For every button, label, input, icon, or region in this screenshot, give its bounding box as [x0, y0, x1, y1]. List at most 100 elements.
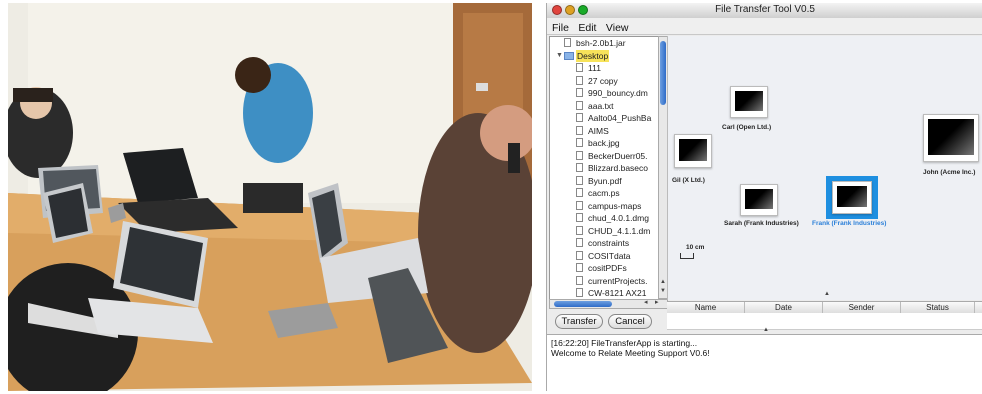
tree-file[interactable]: BeckerDuerr05. [550, 150, 659, 163]
tree-item-label: cositPDFs [588, 263, 627, 273]
tree-file[interactable]: campus-maps [550, 200, 659, 213]
cancel-button[interactable]: Cancel [608, 314, 652, 329]
tree-item-label: Desktop [576, 49, 610, 62]
tree-file[interactable]: back.jpg [550, 137, 659, 150]
monitor-icon [730, 86, 768, 118]
monitor-icon [674, 134, 712, 168]
document-icon [576, 263, 583, 272]
tree-file[interactable]: chud_4.0.1.dmg [550, 212, 659, 225]
tree-file[interactable]: constraints [550, 237, 659, 250]
scroll-up-arrow-icon[interactable]: ▲ [659, 279, 667, 285]
document-icon [576, 75, 583, 85]
device-canvas[interactable]: Carl (Open Ltd.) Gil (X Ltd.) Sarah (Fra… [667, 36, 982, 300]
document-icon [576, 150, 583, 160]
tree-item-label: 27 copy [588, 75, 618, 86]
transfer-table-body[interactable] [667, 313, 982, 330]
tree-item-label: COSITdata [588, 250, 631, 261]
tree-file[interactable]: AIMS [550, 125, 659, 138]
document-icon [576, 113, 583, 122]
tree-item-label: cacm.ps [588, 188, 620, 198]
device-label: Gil (X Ltd.) [672, 177, 705, 184]
file-tree[interactable]: bsh-2.0b1.jar ▼ Desktop 111 27 copy 990_bounc… [549, 36, 660, 301]
document-icon [576, 238, 583, 247]
tree-file[interactable]: COSITdata [550, 250, 659, 263]
file-transfer-window: File Transfer Tool V0.5 File Edit View b… [546, 3, 982, 391]
tree-item-label: chud_4.0.1.dmg [588, 213, 649, 223]
tree-folder[interactable]: ▼ Desktop [550, 49, 659, 63]
scale-bar [680, 253, 694, 259]
tree-item-label: constraints [588, 238, 630, 248]
tree-item-label: BeckerDuerr05. [588, 150, 648, 161]
scroll-right-arrow-icon[interactable]: ▸ [655, 298, 659, 306]
tree-file[interactable]: bsh-2.0b1.jar [550, 37, 659, 50]
tree-item-label: CW-8121 AX21 [588, 288, 647, 298]
tree-item-label: currentProjects. [588, 275, 648, 286]
title-bar: File Transfer Tool V0.5 [547, 3, 982, 19]
tree-file[interactable]: 111 [550, 62, 659, 75]
tree-item-label: back.jpg [588, 138, 620, 148]
device-label: Frank (Frank Industries) [812, 220, 887, 227]
tree-item-label: Blizzard.baseco [588, 163, 649, 173]
scroll-thumb[interactable] [660, 41, 666, 105]
tree-item-label: 990_bouncy.dm [588, 88, 648, 98]
tree-item-label: 111 [588, 63, 601, 73]
column-header-name[interactable]: Name [667, 302, 745, 313]
document-icon [576, 288, 583, 297]
menu-view[interactable]: View [606, 22, 629, 34]
meeting-photo-illustration [8, 3, 532, 391]
collapse-arrow-icon[interactable]: ▲ [763, 327, 769, 333]
tree-file[interactable]: CHUD_4.1.1.dm [550, 225, 659, 238]
window-title: File Transfer Tool V0.5 [715, 4, 815, 15]
tree-file[interactable]: 27 copy [550, 75, 659, 88]
tree-item-label: CHUD_4.1.1.dm [588, 225, 651, 236]
tree-file[interactable]: cacm.ps [550, 187, 659, 200]
document-icon [576, 175, 583, 185]
scroll-left-arrow-icon[interactable]: ◂ [644, 298, 648, 306]
document-icon [576, 250, 583, 260]
scroll-thumb[interactable] [554, 301, 612, 307]
tree-file[interactable]: CW-8121 AX21 [550, 287, 659, 300]
scroll-down-arrow-icon[interactable]: ▼ [659, 288, 667, 294]
menu-edit[interactable]: Edit [578, 22, 596, 34]
document-icon [576, 163, 583, 172]
document-icon [576, 125, 583, 135]
document-icon [576, 275, 583, 285]
monitor-icon [740, 184, 778, 216]
menu-file[interactable]: File [552, 22, 569, 34]
column-header-status[interactable]: Status [901, 302, 975, 313]
tree-file[interactable]: Blizzard.baseco [550, 162, 659, 175]
transfer-button[interactable]: Transfer [555, 314, 603, 329]
log-line: [16:22:20] FileTransferApp is starting..… [551, 338, 698, 348]
monitor-icon [832, 181, 872, 214]
document-icon [576, 138, 583, 147]
column-header-sender[interactable]: Sender [823, 302, 901, 313]
tree-file[interactable]: Aalto04_PushBa [550, 112, 659, 125]
folder-icon [564, 51, 574, 60]
document-icon [576, 213, 583, 222]
tree-item-label: AIMS [588, 125, 609, 136]
document-icon [576, 63, 583, 72]
meeting-photo [8, 3, 532, 391]
collapse-arrow-icon[interactable]: ▲ [824, 291, 830, 297]
tree-item-label: campus-maps [588, 200, 642, 211]
tree-item-label: aaa.txt [588, 100, 614, 111]
tree-file[interactable]: cositPDFs [550, 262, 659, 275]
document-icon [576, 225, 583, 235]
tree-item-label: bsh-2.0b1.jar [576, 38, 626, 48]
disclosure-triangle-icon[interactable]: ▼ [556, 50, 563, 62]
device-label: Carl (Open Ltd.) [722, 124, 772, 131]
tree-file[interactable]: Byun.pdf [550, 175, 659, 188]
device-label: Sarah (Frank Industries) [724, 220, 799, 227]
document-icon [576, 100, 583, 110]
file-tree-horizontal-scrollbar[interactable]: ◂ ▸ [549, 299, 668, 309]
log-panel: [16:22:20] FileTransferApp is starting..… [547, 334, 982, 391]
tree-file[interactable]: aaa.txt [550, 100, 659, 113]
tree-file[interactable]: 990_bouncy.dm [550, 87, 659, 100]
tree-item-label: Aalto04_PushBa [588, 113, 652, 123]
column-header-date[interactable]: Date [745, 302, 823, 313]
tree-file[interactable]: currentProjects. [550, 275, 659, 288]
menu-bar: File Edit View [547, 18, 982, 35]
scale-label: 10 cm [686, 244, 705, 251]
monitor-icon [923, 114, 979, 162]
document-icon [576, 88, 583, 97]
